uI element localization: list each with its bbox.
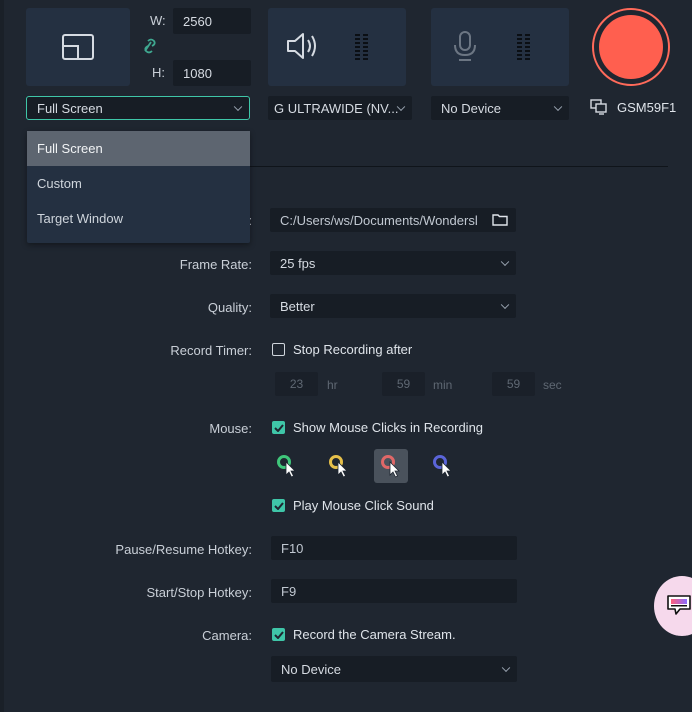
menu-item-target-window[interactable]: Target Window [27,201,250,236]
play-click-sound-checkbox[interactable] [272,499,285,512]
save-path-input[interactable]: C:/Users/ws/Documents/Wondersl [270,208,516,232]
chevron-down-icon [553,102,563,112]
link-icon[interactable] [142,38,158,54]
quality-select[interactable]: Better [270,294,516,318]
microphone-level-meter [517,34,530,60]
cursor-color-blue[interactable] [426,449,460,483]
section-divider [250,166,668,167]
folder-icon[interactable] [492,213,508,226]
show-mouse-clicks-row[interactable]: Show Mouse Clicks in Recording [272,420,483,435]
save-path-value: C:/Users/ws/Documents/Wondersl [280,212,478,228]
timer-hours-value: 23 [289,377,304,391]
cursor-color-red[interactable] [374,449,408,483]
height-input[interactable]: 1080 [173,60,251,86]
timer-hours-unit: hr [327,378,338,392]
mouse-label: Mouse: [209,421,252,436]
screen-region-icon [62,34,94,60]
feedback-chat-button[interactable] [654,576,692,636]
chevron-down-icon [233,102,243,112]
start-hotkey-input[interactable]: F9 [271,579,517,603]
microphone-device-select[interactable]: No Device [431,96,569,120]
timer-hours-input[interactable]: 23 [275,372,318,396]
width-label: W: [150,13,166,28]
timer-minutes-unit: min [433,378,453,392]
menu-item-label: Full Screen [37,141,103,156]
monitor-name: GSM59F1 [617,100,677,115]
quality-label: Quality: [207,300,252,315]
play-click-sound-row[interactable]: Play Mouse Click Sound [272,498,434,513]
show-mouse-clicks-checkbox[interactable] [272,421,285,434]
menu-item-full-screen[interactable]: Full Screen [27,131,250,166]
height-value: 1080 [183,65,212,81]
menu-item-custom[interactable]: Custom [27,166,250,201]
timer-seconds-input[interactable]: 59 [492,372,535,396]
width-input[interactable]: 2560 [173,8,251,34]
speaker-icon [287,33,316,59]
stop-recording-checkbox[interactable] [272,343,285,356]
stop-recording-label: Stop Recording after [293,342,413,357]
screen-region-tile[interactable] [26,8,130,86]
frame-rate-select[interactable]: 25 fps [270,251,516,275]
timer-minutes-value: 59 [396,377,411,391]
chat-bubble-icon [667,595,691,615]
frame-rate-label: Frame Rate: [179,257,252,272]
stop-recording-checkbox-row[interactable]: Stop Recording after [272,342,412,357]
monitor-icon [590,99,607,115]
chevron-down-icon [500,300,510,310]
pause-hotkey-label: Pause/Resume Hotkey: [115,542,252,557]
cursor-click-icon [329,455,348,478]
speaker-device-select[interactable]: G ULTRAWIDE (NV... [268,96,412,120]
show-mouse-clicks-label: Show Mouse Clicks in Recording [293,420,484,435]
chevron-down-icon [500,257,510,267]
start-hotkey-label: Start/Stop Hotkey: [146,585,253,600]
cursor-click-icon [381,455,400,478]
height-label: H: [152,65,165,80]
microphone-tile[interactable] [431,8,569,86]
record-camera-label: Record the Camera Stream. [293,627,456,642]
width-value: 2560 [183,13,212,29]
cursor-color-options [270,449,460,483]
microphone-icon [454,31,476,61]
timer-seconds-unit: sec [543,378,562,392]
cursor-color-yellow[interactable] [322,449,356,483]
record-button-core [599,15,663,79]
capture-mode-dropdown-menu: Full Screen Custom Target Window [27,131,250,243]
camera-device-select[interactable]: No Device [271,656,517,682]
play-click-sound-label: Play Mouse Click Sound [293,498,434,513]
pause-hotkey-value: F10 [281,540,304,556]
menu-item-label: Custom [37,176,82,191]
frame-rate-value: 25 fps [280,255,316,271]
capture-mode-value: Full Screen [37,100,103,116]
record-camera-checkbox[interactable] [272,628,285,641]
quality-value: Better [280,298,315,314]
record-timer-label: Record Timer: [170,343,252,358]
camera-device-value: No Device [281,661,341,677]
pause-hotkey-input[interactable]: F10 [271,536,517,560]
chevron-down-icon [501,663,511,673]
start-hotkey-value: F9 [281,583,297,599]
microphone-device-value: No Device [441,100,501,116]
cursor-click-icon [277,455,296,478]
record-button[interactable] [592,8,670,86]
speaker-level-meter [355,34,368,60]
left-edge [0,0,4,712]
timer-minutes-input[interactable]: 59 [382,372,425,396]
speaker-device-value: G ULTRAWIDE (NV... [274,100,399,116]
speaker-tile[interactable] [268,8,406,86]
record-camera-row[interactable]: Record the Camera Stream. [272,627,456,642]
cursor-color-green[interactable] [270,449,304,483]
capture-mode-select[interactable]: Full Screen [26,96,250,120]
menu-item-label: Target Window [37,211,123,226]
timer-seconds-value: 59 [506,377,521,391]
camera-label: Camera: [202,628,252,643]
cursor-click-icon [433,455,452,478]
